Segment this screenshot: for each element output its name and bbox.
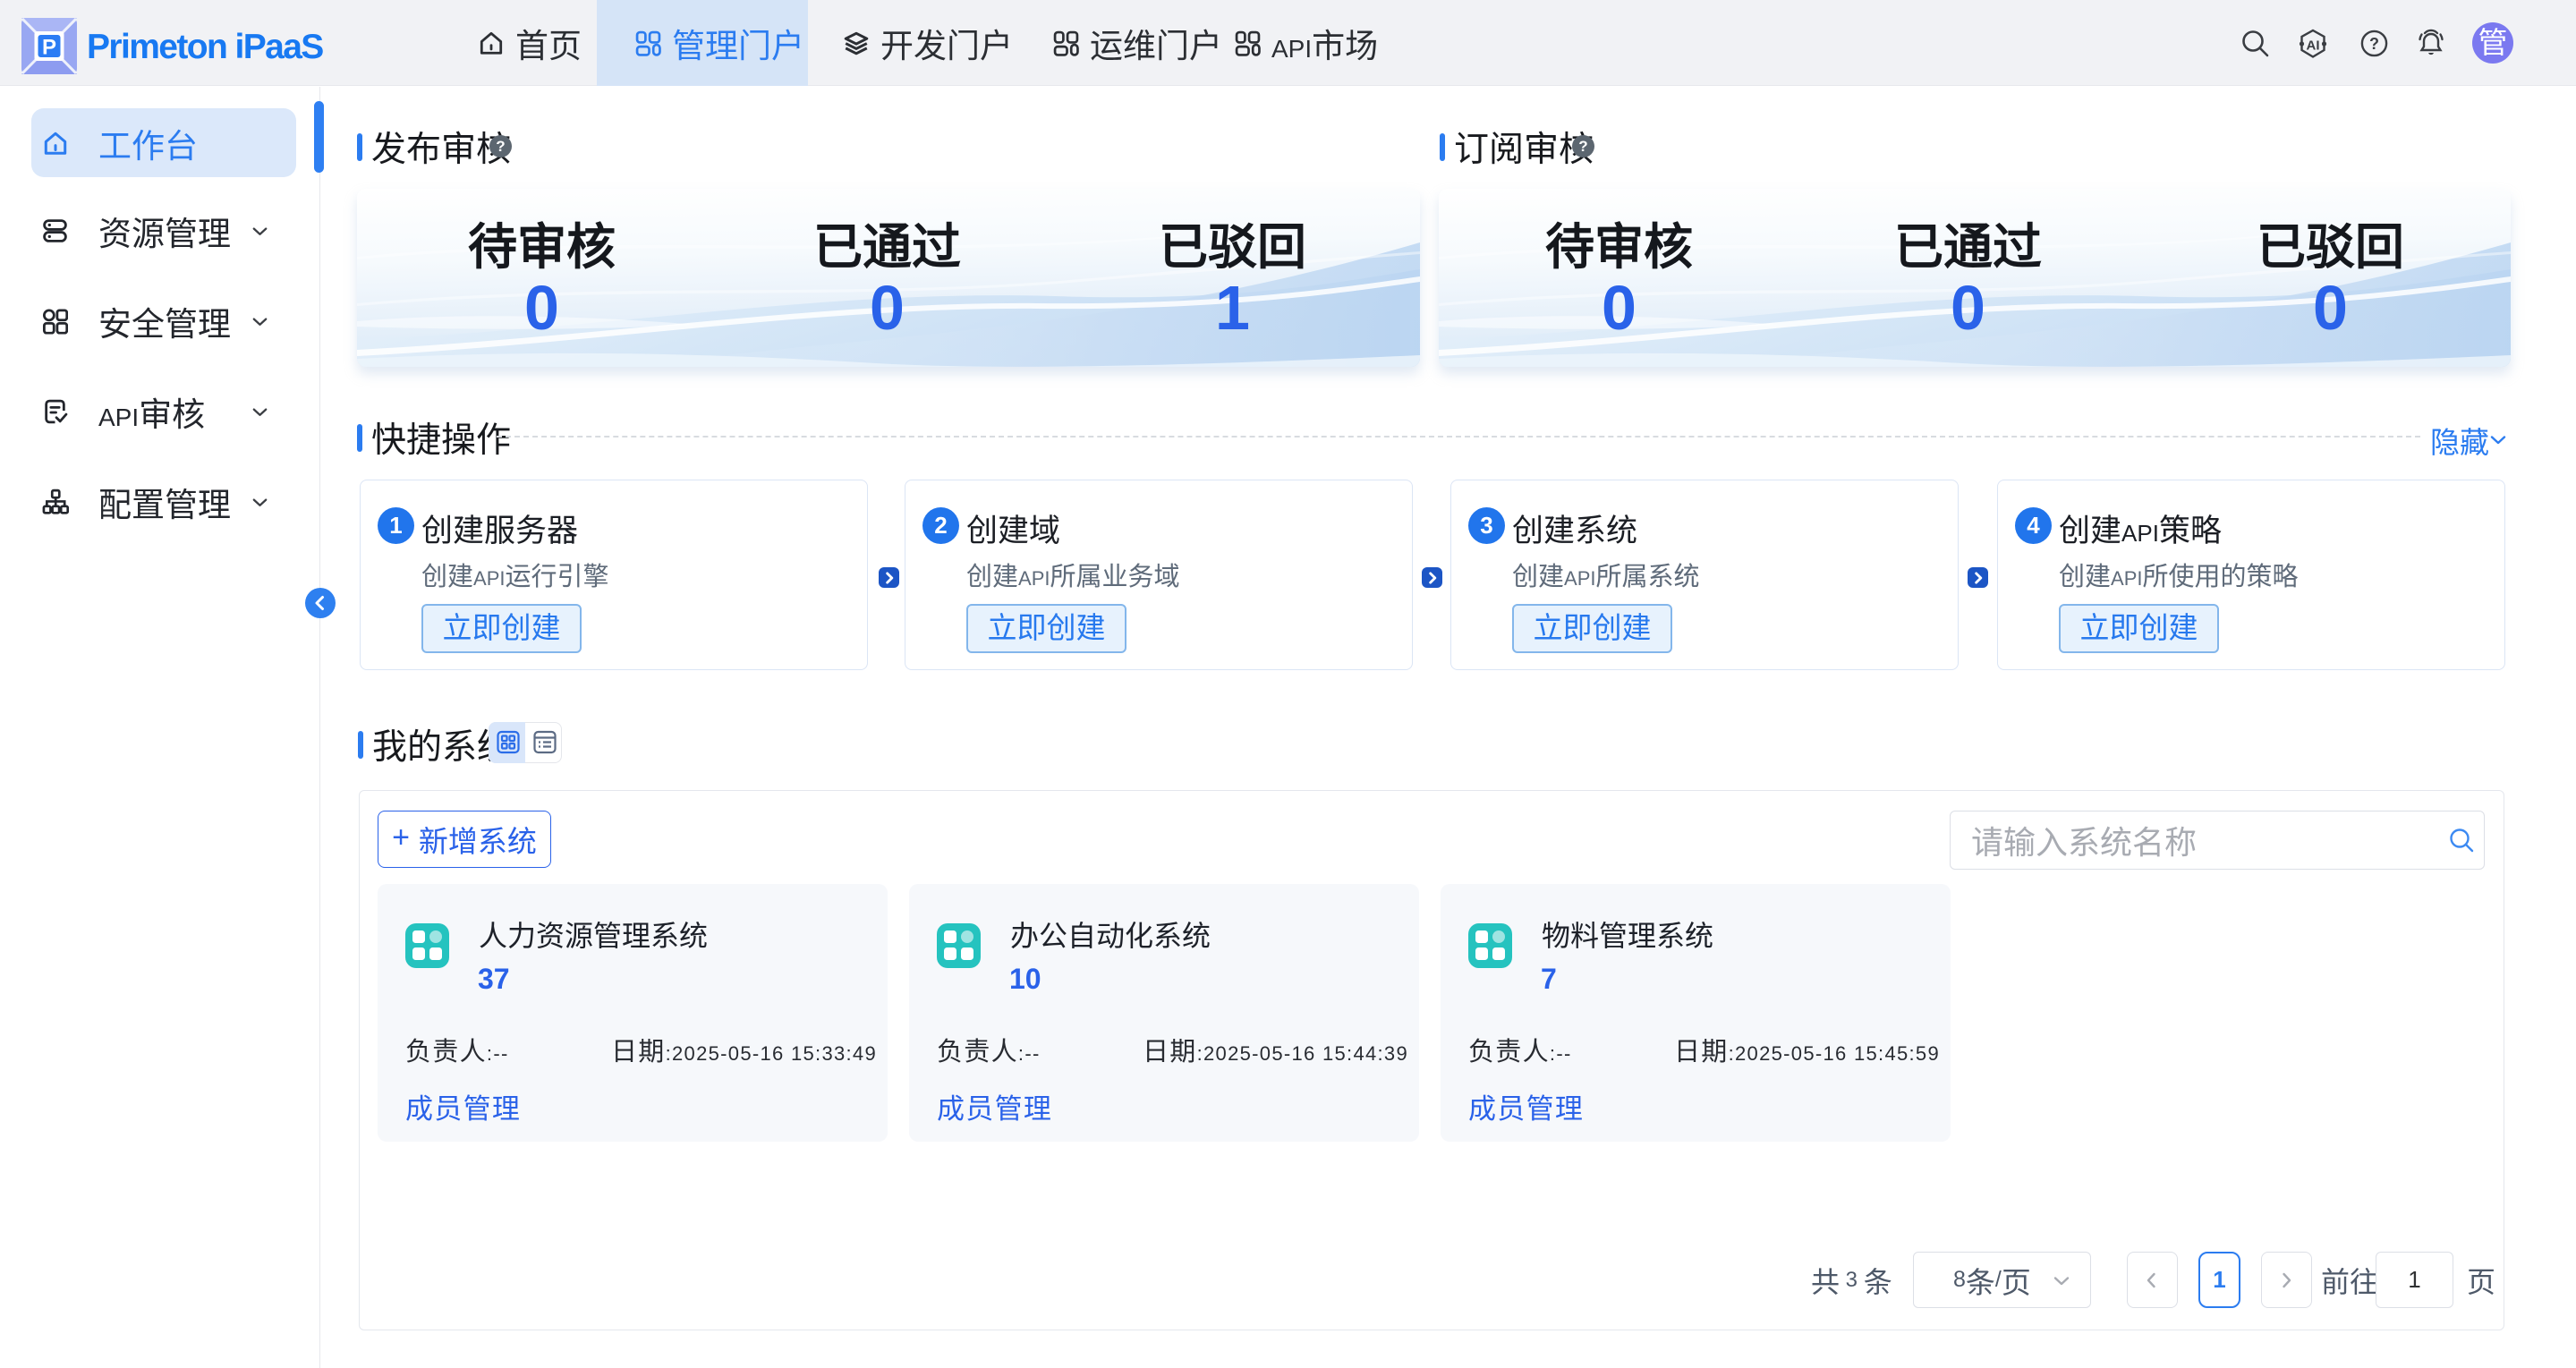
svg-text:P: P bbox=[42, 36, 56, 60]
svg-text:?: ? bbox=[2369, 35, 2379, 53]
svg-text:AI: AI bbox=[2307, 38, 2320, 54]
